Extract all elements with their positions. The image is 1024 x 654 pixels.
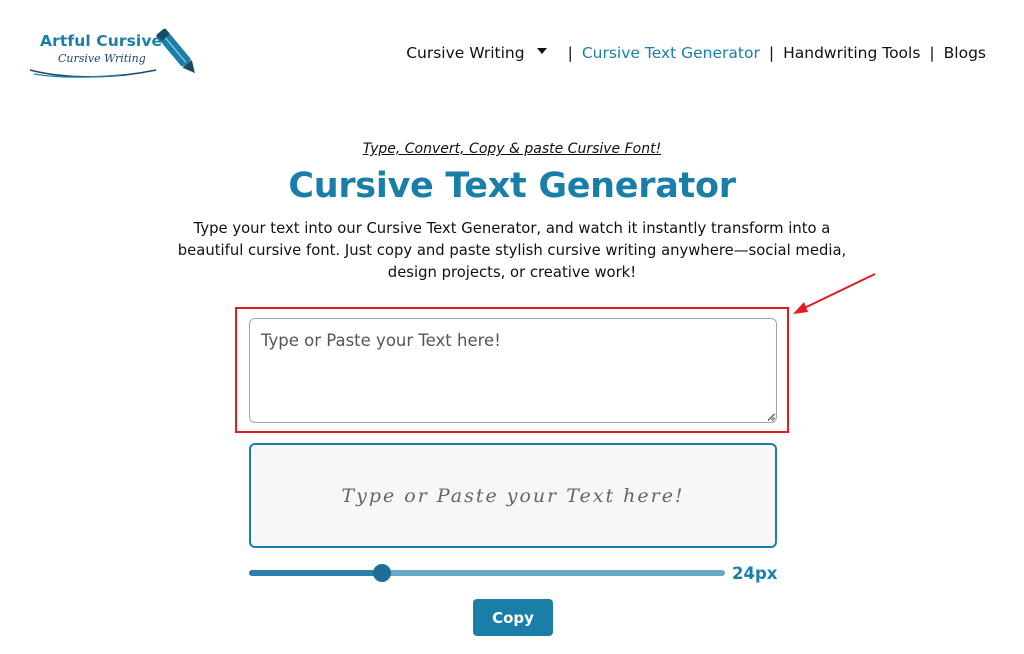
copy-button[interactable]: Copy	[473, 599, 553, 636]
nav-separator: |	[768, 44, 775, 62]
slider-thumb[interactable]	[373, 564, 392, 582]
resize-handle-icon[interactable]	[767, 413, 775, 421]
chevron-down-icon[interactable]	[536, 48, 547, 54]
cursive-output-box: Type or Paste your Text here!	[249, 443, 777, 548]
text-input[interactable]	[249, 318, 777, 423]
intro-line: design projects, or creative work!	[387, 264, 637, 281]
page-tagline: Type, Convert, Copy & paste Cursive Font…	[362, 141, 662, 157]
intro-line: Type your text into our Cursive Text Gen…	[193, 220, 831, 237]
brand-subtitle: Cursive Writing	[58, 52, 146, 65]
nav-item-blogs[interactable]: Blogs	[944, 44, 986, 62]
slider-fill	[249, 570, 383, 576]
nav-item-cursive-writing[interactable]: Cursive Writing	[406, 44, 524, 62]
cursive-output-text: Type or Paste your Text here!	[341, 484, 685, 507]
brand-title: Artful Cursive	[40, 32, 163, 50]
page-title: Cursive Text Generator	[288, 166, 736, 206]
main-nav: Cursive Writing | Cursive Text Generator…	[406, 44, 986, 62]
font-size-value: 24px	[732, 564, 778, 583]
nav-separator: |	[929, 44, 935, 62]
intro-line: beautiful cursive font. Just copy and pa…	[177, 242, 847, 259]
nav-item-handwriting-tools[interactable]: Handwriting Tools	[783, 44, 920, 62]
font-size-slider[interactable]	[249, 570, 725, 576]
site-logo[interactable]: Artful Cursive Cursive Writing	[28, 26, 210, 84]
page-intro: Type your text into our Cursive Text Gen…	[150, 218, 874, 284]
nav-separator: |	[567, 44, 573, 62]
annotation-arrow	[793, 273, 876, 314]
nav-item-cursive-text-generator[interactable]: Cursive Text Generator	[582, 44, 760, 62]
